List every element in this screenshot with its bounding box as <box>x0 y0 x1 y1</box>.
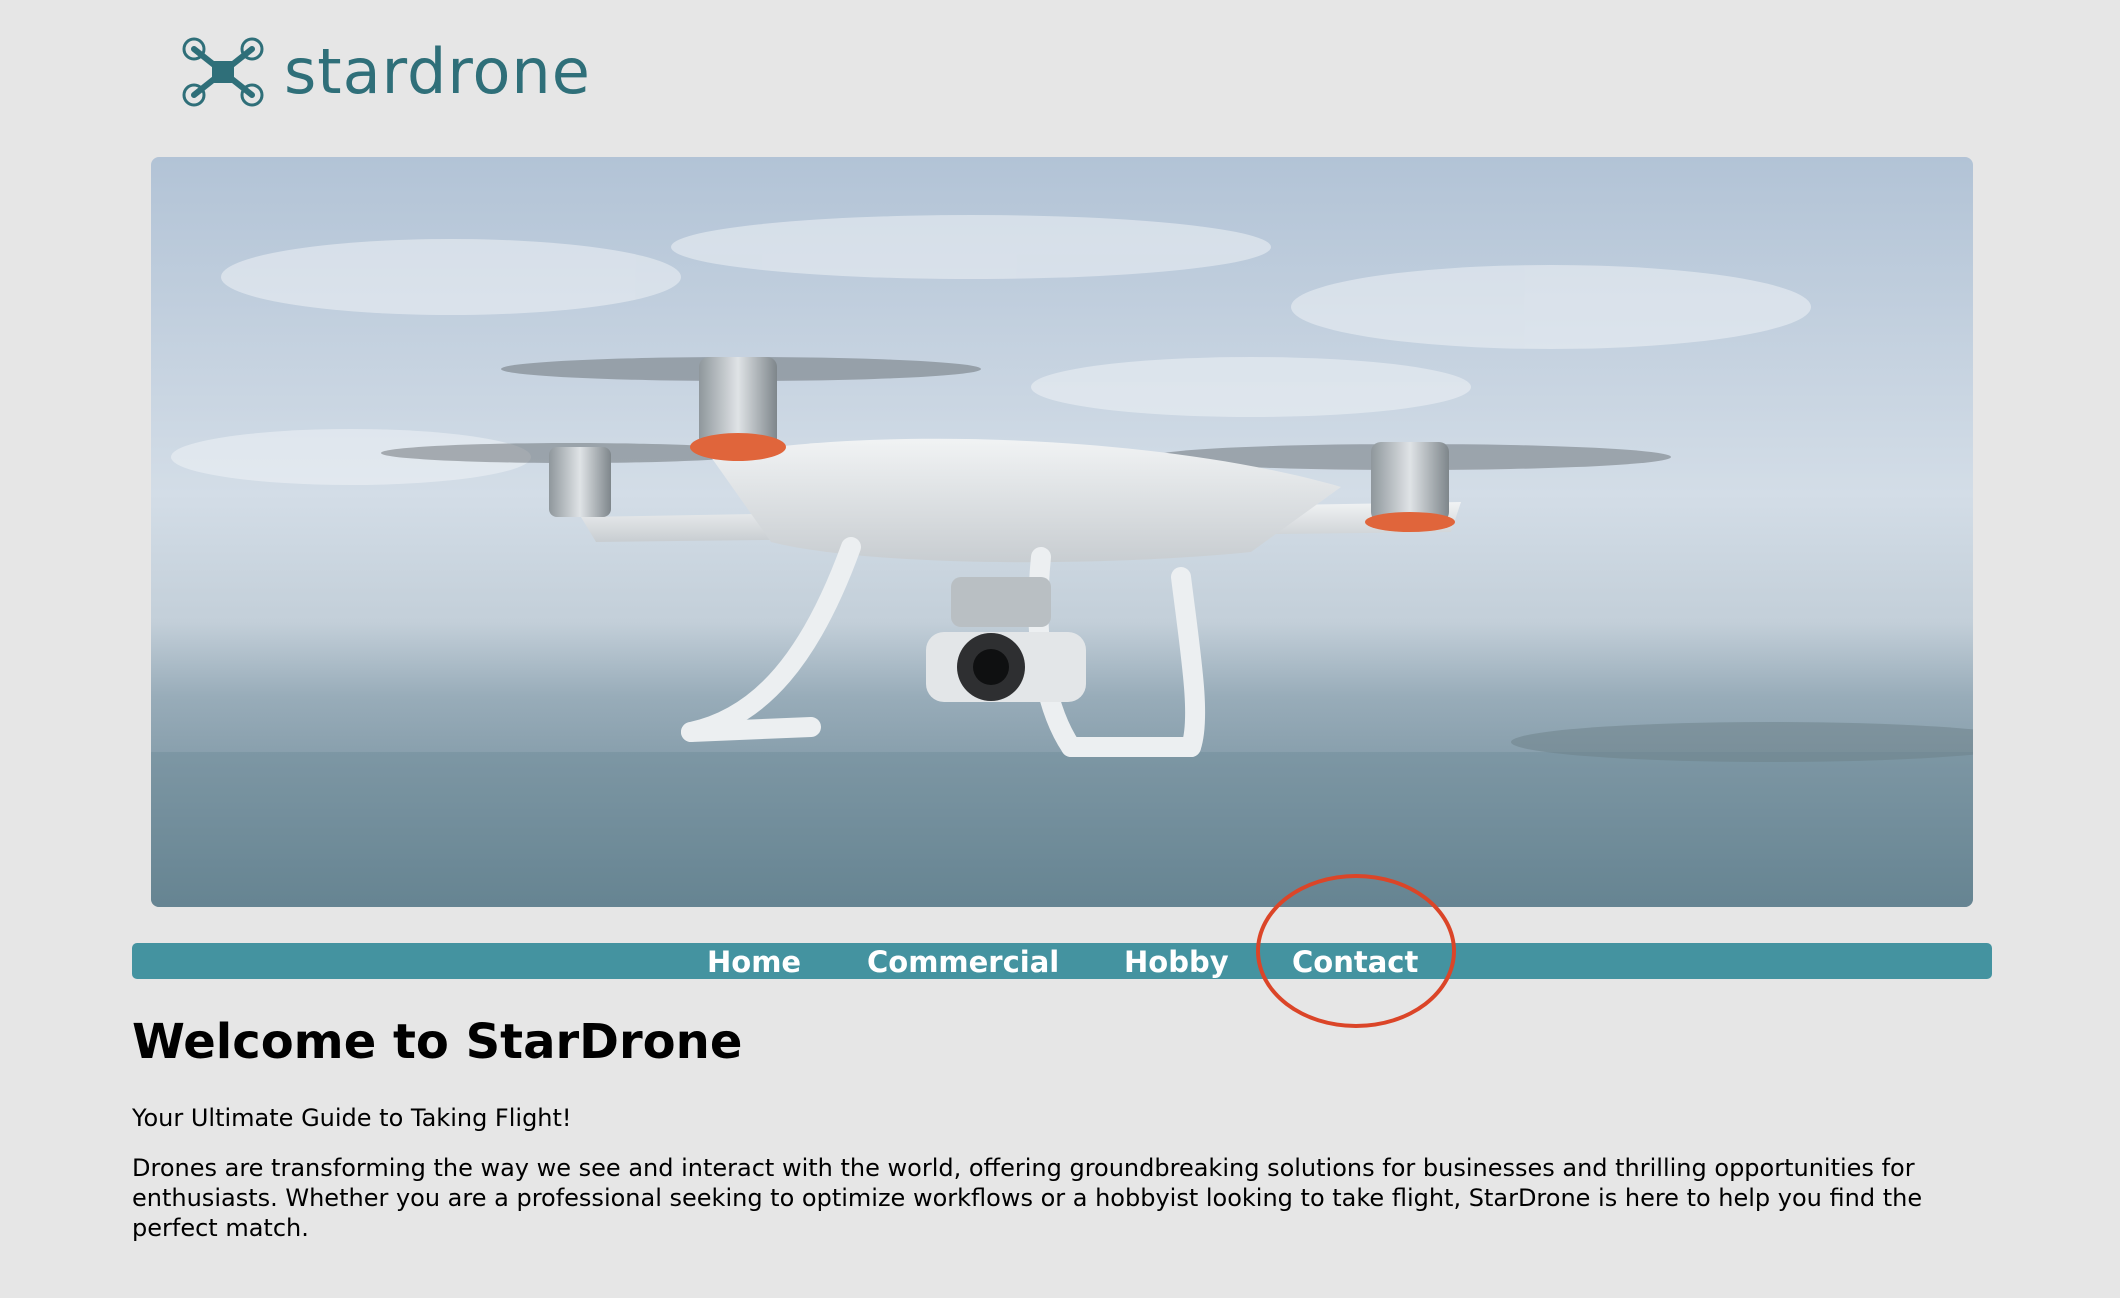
nav-item-home[interactable]: Home <box>707 943 801 979</box>
main-nav: Home Commercial Hobby Contact <box>132 943 1992 979</box>
nav-item-contact[interactable]: Contact <box>1292 943 1418 979</box>
tagline: Your Ultimate Guide to Taking Flight! <box>132 1104 572 1132</box>
page-title: Welcome to StarDrone <box>132 1014 743 1070</box>
nav-item-hobby[interactable]: Hobby <box>1124 943 1229 979</box>
intro-paragraph: Drones are transforming the way we see a… <box>132 1154 1923 1242</box>
site-logo[interactable]: stardrone <box>180 36 591 108</box>
drone-icon <box>182 37 264 107</box>
nav-item-commercial[interactable]: Commercial <box>867 943 1059 979</box>
hero-image <box>151 157 1973 907</box>
brand-name: stardrone <box>284 35 591 108</box>
